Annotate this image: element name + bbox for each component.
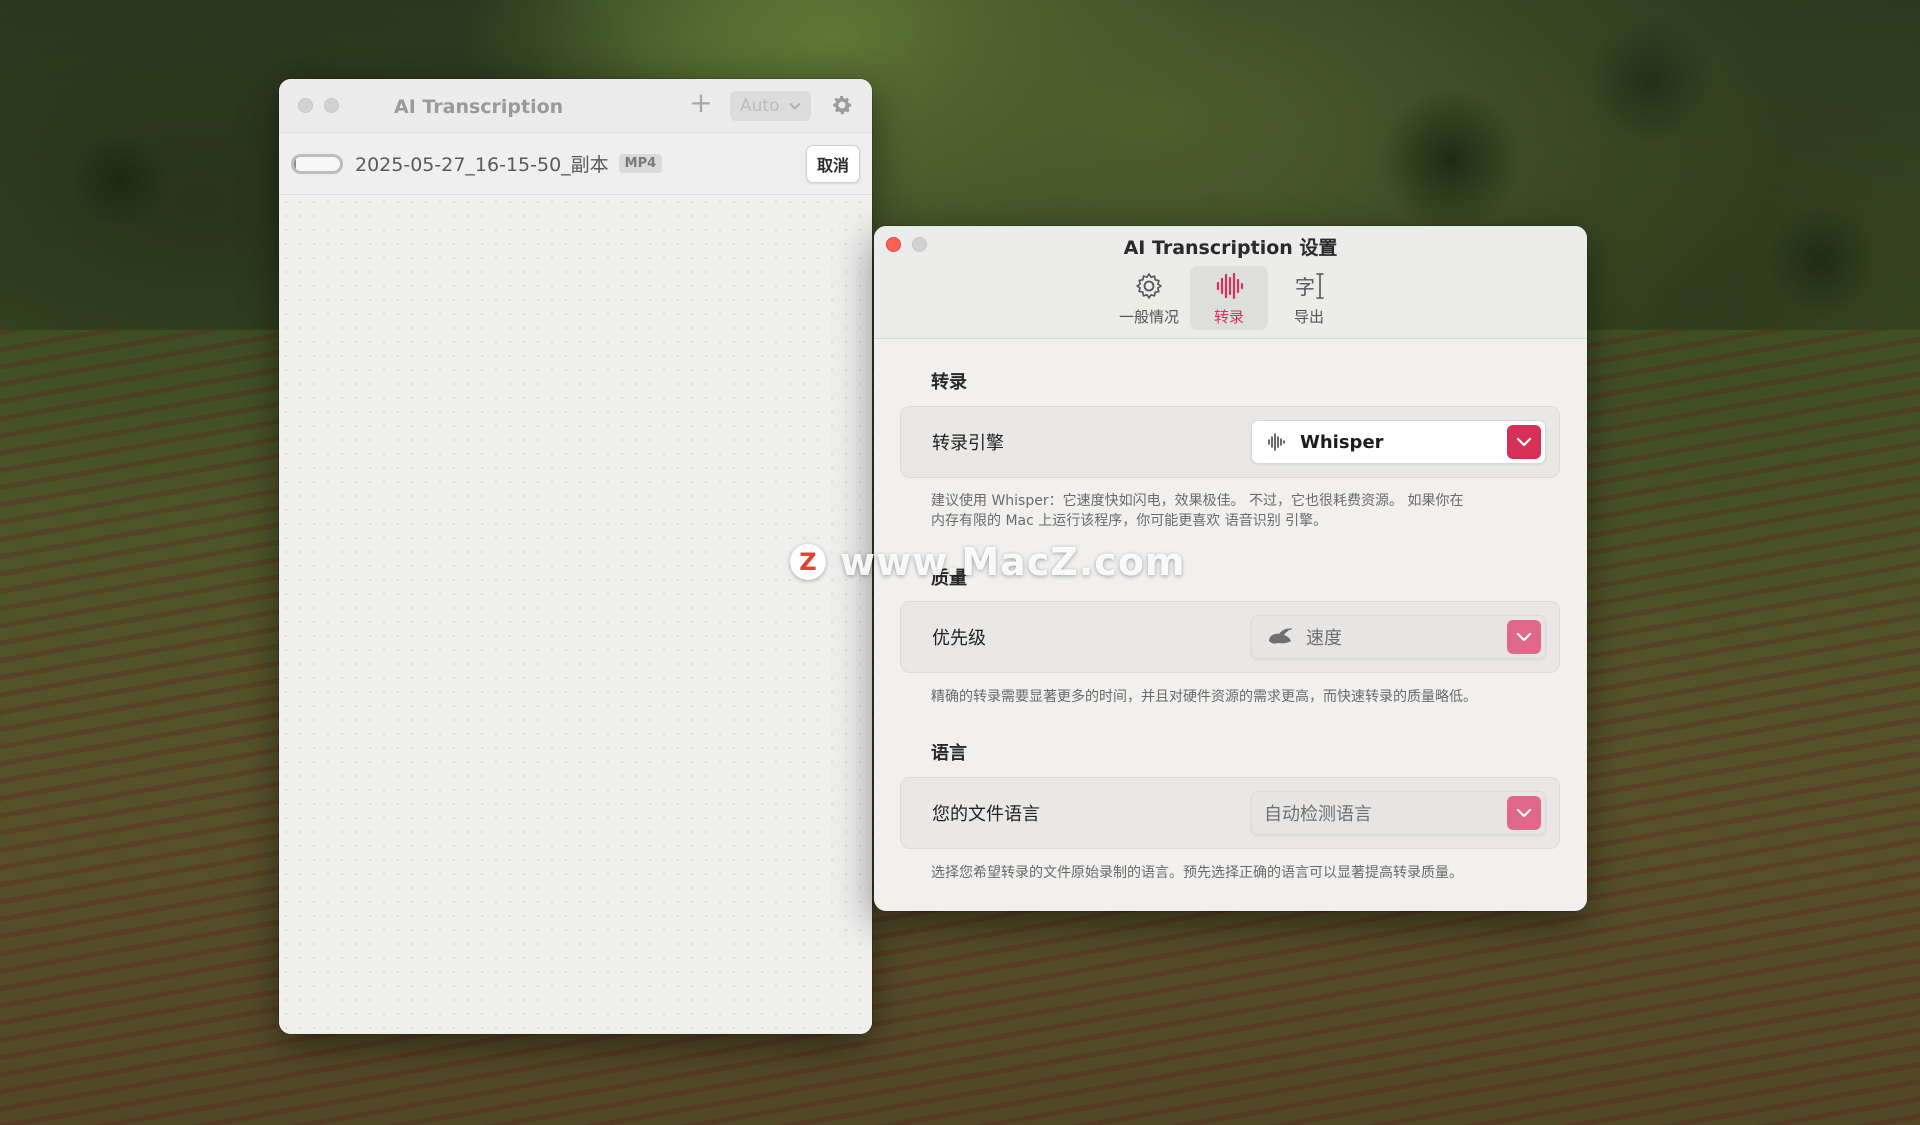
file-language-dropdown[interactable]: 自动检测语言 <box>1251 791 1546 835</box>
close-button[interactable] <box>298 98 313 113</box>
window-title: AI Transcription <box>394 96 564 118</box>
section-heading-transcription: 转录 <box>931 372 967 393</box>
waveform-icon <box>1268 433 1285 451</box>
file-language-value: 自动检测语言 <box>1264 804 1372 825</box>
settings-title: AI Transcription 设置 <box>1123 237 1338 259</box>
tab-transcription[interactable]: 转录 <box>1190 266 1268 330</box>
engine-dropdown-chevron[interactable] <box>1507 425 1541 459</box>
tab-transcription-label: 转录 <box>1213 307 1244 326</box>
file-progress <box>291 153 343 174</box>
engine-label: 转录引擎 <box>932 433 1004 454</box>
rabbit-icon <box>1269 628 1292 644</box>
priority-dropdown-chevron[interactable] <box>1507 620 1541 654</box>
gear-icon <box>1136 272 1162 299</box>
main-titlebar: AI Transcription + Auto <box>279 79 872 133</box>
text-cursor-icon: 字 <box>1295 272 1324 299</box>
priority-label: 优先级 <box>932 628 986 649</box>
settings-tabs: 一般情况 转录 字 导出 <box>1110 266 1348 330</box>
watermark-text: www.MacZ.com <box>840 540 1186 584</box>
engine-value: Whisper <box>1300 431 1384 453</box>
row-transcription-engine: 转录引擎 Whisper <box>900 406 1560 478</box>
watermark-logo: Z <box>790 544 826 580</box>
file-progress-fill <box>294 156 297 171</box>
row-file-language: 您的文件语言 自动检测语言 <box>900 777 1560 849</box>
priority-help-text: 精确的转录需要显著更多的时间，并且对硬件资源的需求更高，而快速转录的质量略低。 <box>931 689 1477 705</box>
file-type-badge: MP4 <box>618 154 663 173</box>
file-language-label: 您的文件语言 <box>932 804 1040 825</box>
tab-general[interactable]: 一般情况 <box>1110 266 1188 330</box>
chevron-down-icon <box>1516 437 1532 447</box>
tab-export-label: 导出 <box>1293 307 1324 326</box>
svg-text:字: 字 <box>1295 275 1315 299</box>
tab-general-label: 一般情况 <box>1118 307 1179 326</box>
section-heading-language: 语言 <box>931 743 967 764</box>
file-language-help-text: 选择您希望转录的文件原始录制的语言。预先选择正确的语言可以显著提高转录质量。 <box>931 865 1463 881</box>
file-language-dropdown-chevron[interactable] <box>1507 796 1541 830</box>
file-name: 2025-05-27_16-15-50_副本 <box>355 154 609 176</box>
language-select[interactable]: Auto <box>730 91 811 121</box>
engine-help-text: 建议使用 Whisper：它速度快如闪电，效果极佳。 不过，它也很耗费资源。 如… <box>931 491 1531 531</box>
priority-value: 速度 <box>1306 628 1342 649</box>
gear-icon[interactable] <box>830 93 854 117</box>
add-file-button[interactable]: + <box>687 89 715 118</box>
file-row[interactable]: 2025-05-27_16-15-50_副本 MP4 取消 <box>279 133 872 195</box>
language-select-value: Auto <box>740 96 780 116</box>
priority-dropdown[interactable]: 速度 <box>1251 615 1546 659</box>
chevron-down-icon <box>1516 632 1532 642</box>
waveform-icon <box>1216 272 1244 299</box>
chevron-down-icon <box>1516 808 1532 818</box>
drop-area[interactable] <box>279 195 872 1034</box>
engine-help-line-1: 建议使用 Whisper：它速度快如闪电，效果极佳。 不过，它也很耗费资源。 如… <box>931 493 1464 509</box>
minimize-button[interactable] <box>324 98 339 113</box>
engine-dropdown[interactable]: Whisper <box>1251 420 1546 464</box>
row-priority: 优先级 速度 <box>900 601 1560 673</box>
settings-toolbar: AI Transcription 设置 一般情况 转录 字 导出 <box>874 226 1587 339</box>
chevron-down-icon <box>789 102 801 110</box>
window-controls <box>279 98 339 113</box>
tab-export[interactable]: 字 导出 <box>1270 266 1348 330</box>
watermark: Z www.MacZ.com <box>790 540 1186 584</box>
main-window: AI Transcription + Auto 2025-05-27_16-15… <box>279 79 872 1034</box>
cancel-button[interactable]: 取消 <box>805 144 860 183</box>
engine-help-line-2: 内存有限的 Mac 上运行该程序，你可能更喜欢 语音识别 引擎。 <box>931 513 1328 529</box>
